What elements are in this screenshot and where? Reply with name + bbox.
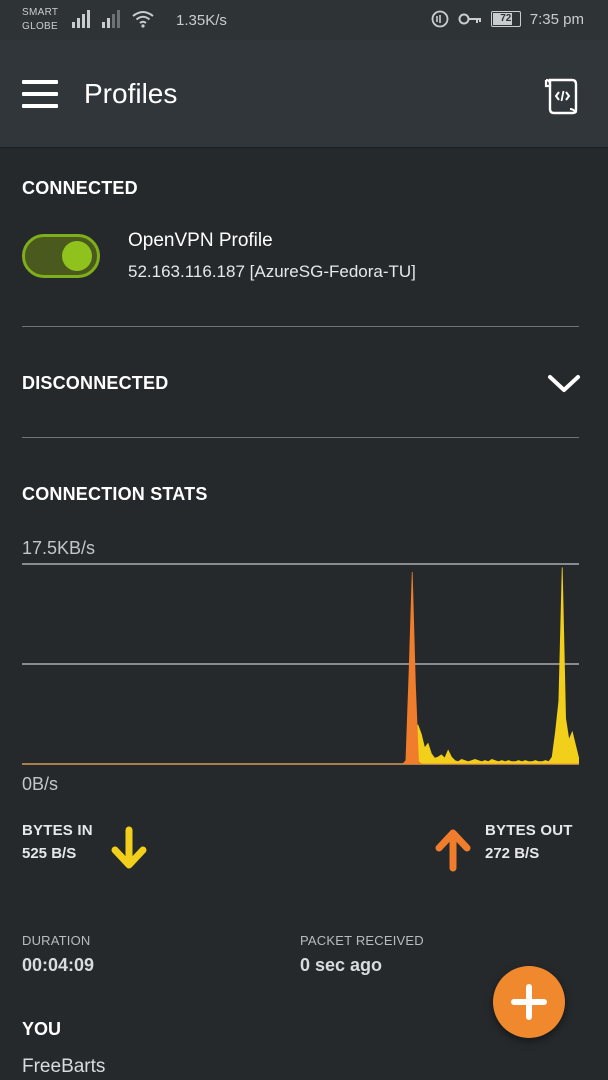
data-saver-icon	[431, 10, 449, 28]
connection-toggle[interactable]	[22, 234, 100, 278]
duration-label: DURATION	[22, 933, 91, 948]
vpn-key-icon	[458, 13, 481, 25]
bytes-in-label: BYTES IN	[22, 822, 93, 839]
battery-icon: 72	[490, 11, 521, 27]
divider	[22, 326, 579, 327]
chart-series-bytes-in	[22, 567, 579, 765]
status-icons-right: 72 7:35 pm	[431, 10, 584, 28]
connected-header: CONNECTED	[22, 178, 138, 198]
profile-server[interactable]: 52.163.116.187 [AzureSG-Fedora-TU]	[128, 262, 416, 282]
status-bar: SMART GLOBE 1.35K/s 72 7:35 pm	[0, 0, 608, 40]
hamburger-icon	[22, 80, 58, 84]
toggle-knob	[62, 241, 92, 271]
connection-stats-chart	[22, 563, 579, 765]
disconnected-header[interactable]: DISCONNECTED	[22, 373, 168, 394]
you-header: YOU	[22, 1019, 62, 1039]
carrier-name: SMART GLOBE	[22, 7, 59, 32]
bytes-in-value: 525 B/S	[22, 845, 77, 862]
signal-weak-icon	[102, 10, 120, 28]
bytes-out-label: BYTES OUT	[485, 822, 573, 839]
page-title: Profiles	[84, 78, 178, 109]
import-profile-icon[interactable]	[542, 76, 582, 116]
chevron-down-icon[interactable]	[547, 372, 581, 396]
connection-stats-header: CONNECTION STATS	[22, 484, 208, 504]
chart-y-max-label: 17.5KB/s	[22, 538, 96, 558]
you-value: FreeBarts	[22, 1056, 106, 1077]
menu-button[interactable]	[22, 80, 58, 108]
add-profile-button[interactable]	[493, 966, 565, 1038]
clock: 7:35 pm	[529, 10, 584, 28]
network-speed: 1.35K/s	[176, 12, 227, 29]
app-bar: Profiles	[0, 40, 608, 148]
divider	[22, 437, 579, 438]
arrow-up-icon	[435, 829, 471, 872]
duration-value: 00:04:09	[22, 955, 95, 975]
signal-icon	[72, 10, 90, 28]
status-icons-left	[72, 10, 154, 28]
wifi-icon	[132, 11, 154, 28]
packet-received-value: 0 sec ago	[300, 955, 383, 975]
bytes-out-value: 272 B/S	[485, 845, 540, 862]
chart-series-bytes-out	[22, 571, 579, 765]
battery-level: 72	[500, 13, 512, 24]
profile-name[interactable]: OpenVPN Profile	[128, 230, 273, 252]
plus-icon	[511, 984, 547, 1020]
arrow-down-icon	[111, 826, 147, 869]
chart-y-min-label: 0B/s	[22, 774, 59, 794]
packet-received-label: PACKET RECEIVED	[300, 933, 424, 948]
